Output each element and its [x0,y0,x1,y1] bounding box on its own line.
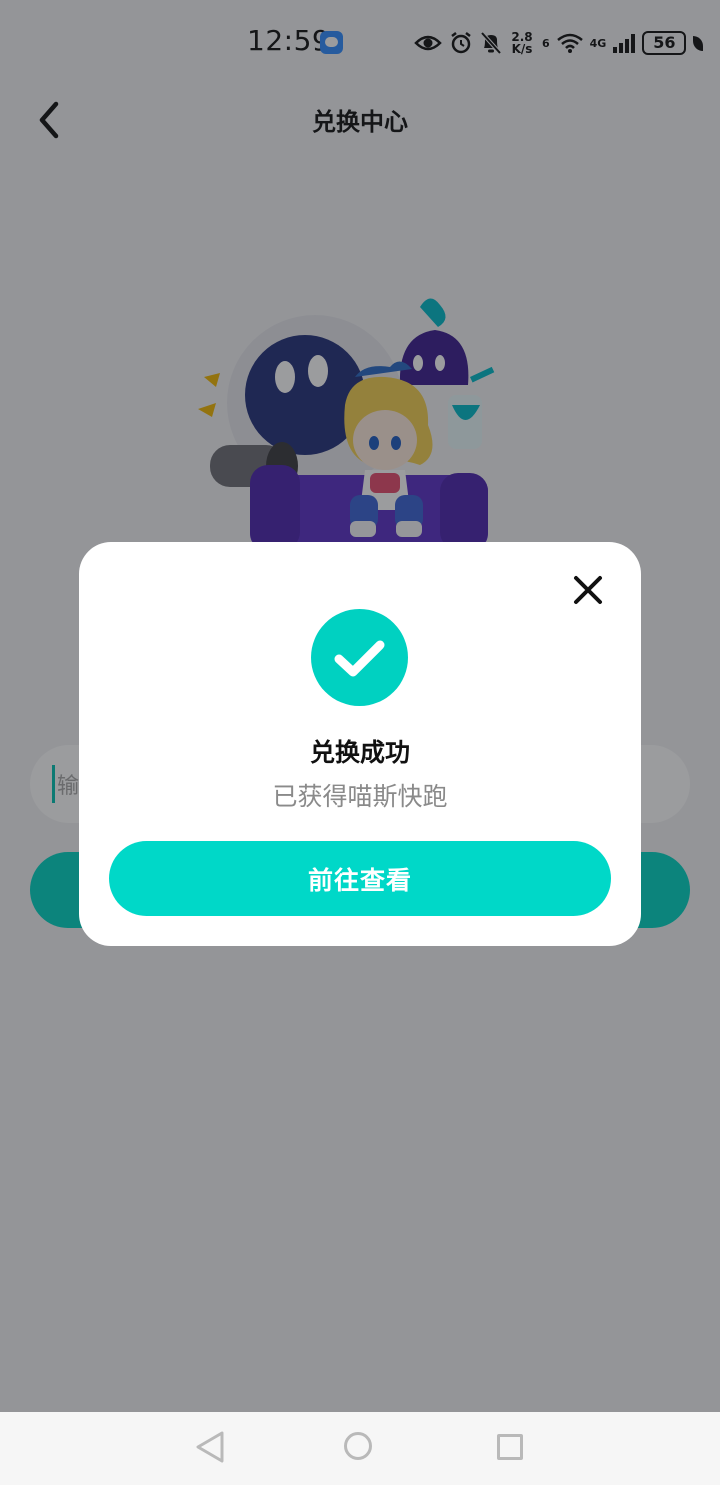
close-icon[interactable] [568,570,608,610]
nav-home-icon[interactable] [344,1432,372,1460]
success-message: 已获得喵斯快跑 [272,782,448,811]
system-navigation-bar [0,1412,720,1485]
nav-back-icon[interactable] [194,1430,226,1464]
check-circle-icon [311,609,408,706]
redeem-success-dialog: 兑换成功 已获得喵斯快跑 前往查看 [79,542,641,946]
success-title: 兑换成功 [309,738,410,767]
nav-recents-icon[interactable] [497,1434,523,1460]
view-now-button[interactable]: 前往查看 [109,841,611,916]
